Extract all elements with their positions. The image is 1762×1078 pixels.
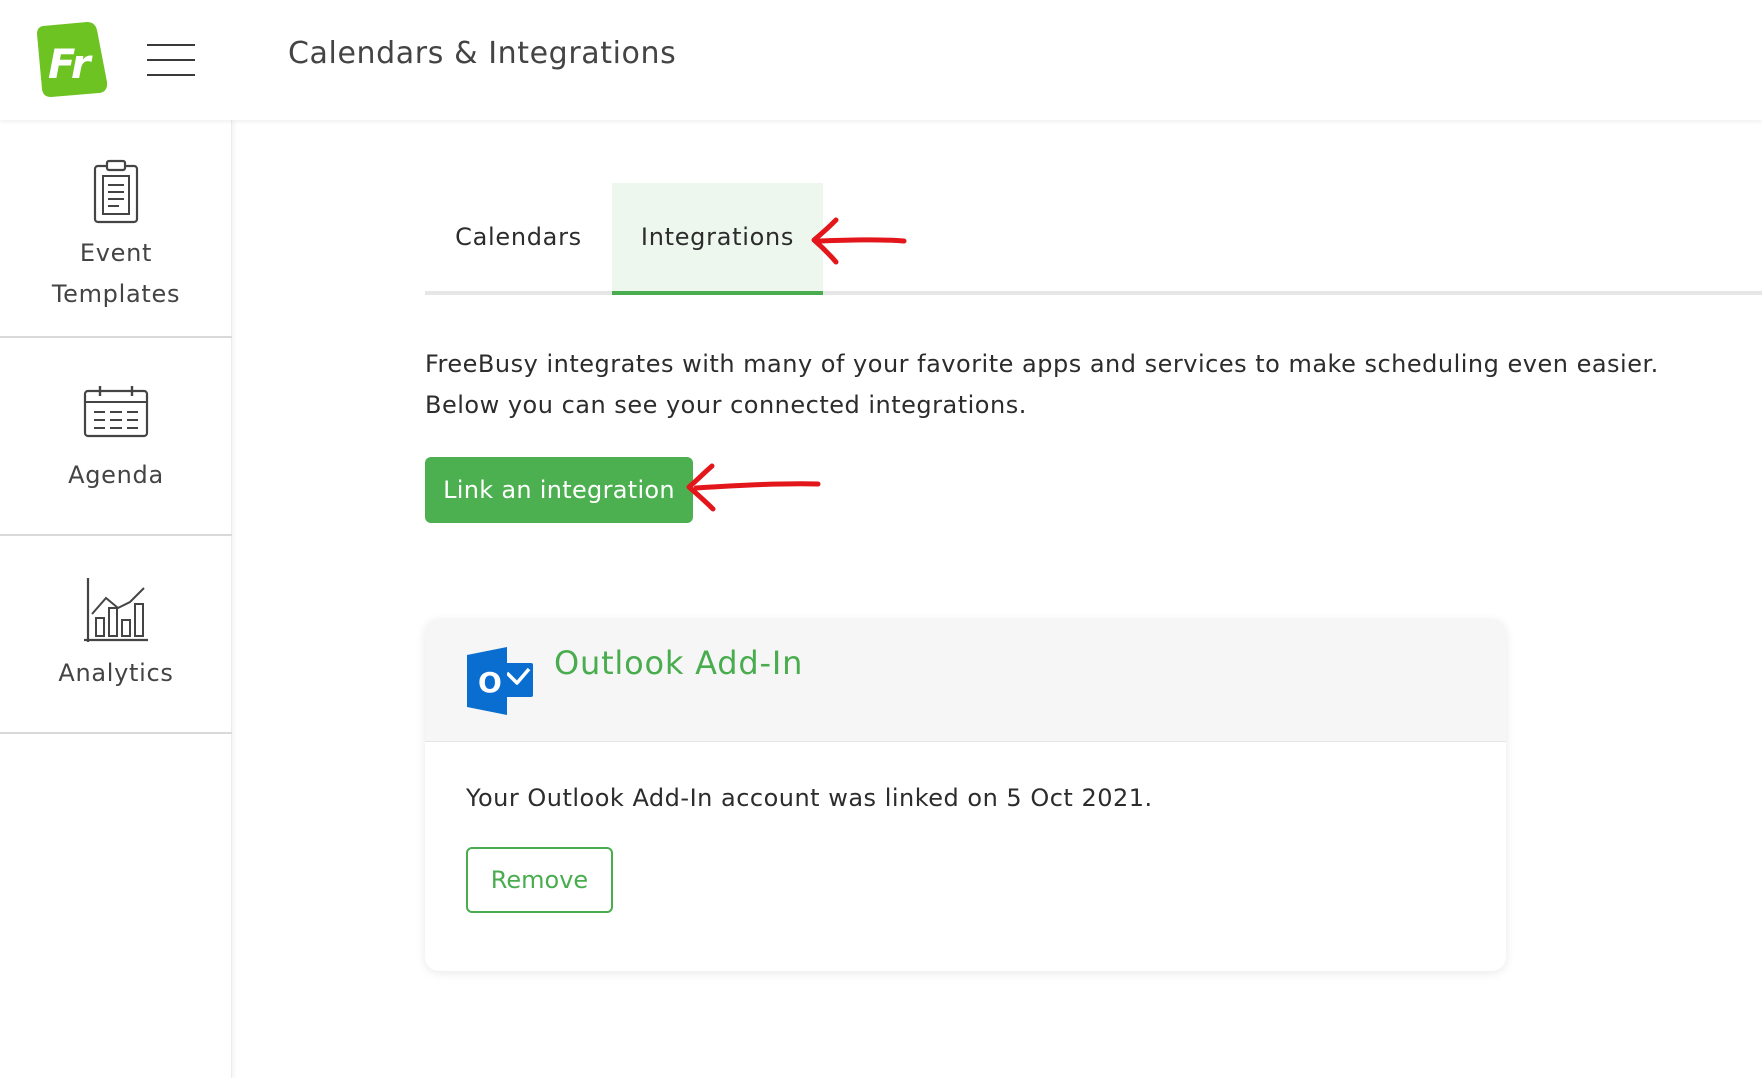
- card-title: Outlook Add-In: [554, 644, 804, 682]
- sidebar-item-label: Event: [79, 239, 153, 267]
- outlook-icon: O: [467, 647, 533, 715]
- hamburger-icon[interactable]: [147, 43, 197, 77]
- tab-integrations[interactable]: Integrations: [612, 183, 823, 295]
- tab-calendars[interactable]: Calendars: [425, 183, 612, 295]
- logo-text: Fr: [48, 42, 93, 88]
- remove-button[interactable]: Remove: [466, 847, 613, 913]
- page-title: Calendars & Integrations: [288, 36, 677, 71]
- card-header: O Outlook Add-In: [425, 619, 1506, 742]
- sidebar-item-event-templates[interactable]: Event Templates: [0, 120, 232, 338]
- clipboard-icon: [93, 159, 139, 224]
- sidebar-item-label: Templates: [51, 280, 181, 308]
- sidebar-item-label: Agenda: [68, 461, 164, 489]
- annotation-arrow-icon: [686, 463, 821, 512]
- integration-card-outlook: O Outlook Add-In Your Outlook Add-In acc…: [425, 619, 1506, 971]
- tab-bar: Calendars Integrations: [425, 183, 1762, 295]
- intro-line: Below you can see your connected integra…: [425, 391, 1027, 419]
- analytics-chart-icon: [84, 578, 148, 642]
- sidebar: Event Templates Agenda Analytics: [0, 120, 232, 1078]
- link-status-text: Your Outlook Add-In account was linked o…: [466, 784, 1153, 812]
- sidebar-item-analytics[interactable]: Analytics: [0, 536, 232, 734]
- intro-line: FreeBusy integrates with many of your fa…: [425, 350, 1659, 378]
- link-integration-button[interactable]: Link an integration: [425, 457, 693, 523]
- calendar-icon: [83, 386, 149, 438]
- sidebar-item-agenda[interactable]: Agenda: [0, 338, 232, 536]
- top-bar: Fr Calendars & Integrations: [0, 0, 1762, 120]
- integrations-intro: FreeBusy integrates with many of your fa…: [425, 344, 1745, 426]
- sidebar-item-label: Analytics: [58, 659, 174, 687]
- outlook-icon-letter: O: [478, 666, 502, 699]
- freebusy-logo[interactable]: Fr: [37, 22, 107, 97]
